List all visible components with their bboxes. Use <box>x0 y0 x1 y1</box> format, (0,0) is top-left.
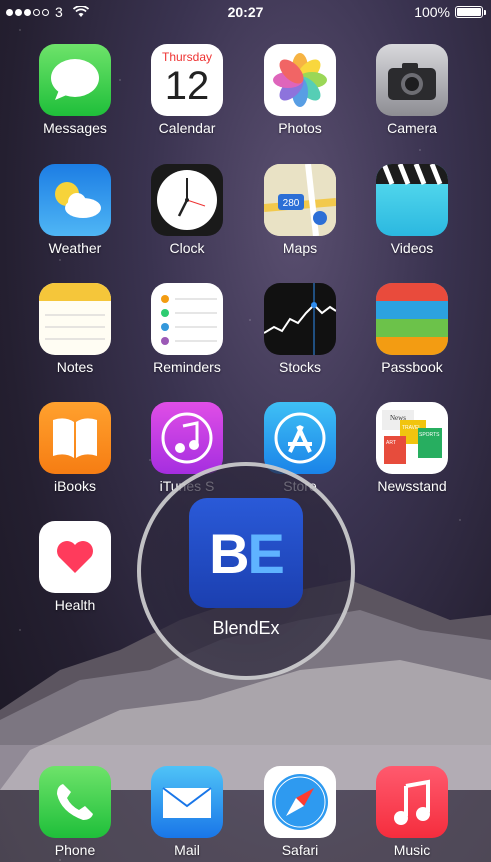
dock-app-mail[interactable]: Mail <box>137 766 237 858</box>
app-label: Messages <box>43 120 107 136</box>
app-health[interactable]: Health <box>25 521 125 613</box>
app-label: iBooks <box>53 478 97 494</box>
calendar-date: 12 <box>164 64 210 108</box>
battery-percent: 100% <box>414 4 450 20</box>
calendar-day: Thursday <box>161 50 213 64</box>
app-label: Reminders <box>153 359 221 375</box>
app-messages[interactable]: Messages <box>25 44 125 136</box>
app-maps[interactable]: 280 Maps <box>250 164 350 256</box>
battery-fill <box>457 8 481 16</box>
app-weather[interactable]: Weather <box>25 164 125 256</box>
app-stocks[interactable]: Stocks <box>250 283 350 375</box>
blendex-logo-e: E <box>247 521 285 585</box>
camera-icon <box>376 44 448 116</box>
app-camera[interactable]: Camera <box>362 44 462 136</box>
app-label: Newsstand <box>377 478 447 494</box>
app-label: Stocks <box>278 359 321 375</box>
app-label: Photos <box>278 120 322 136</box>
app-label: Weather <box>48 240 102 256</box>
app-newsstand[interactable]: News TRAVEL SPORTS ART Newsstand <box>362 402 462 494</box>
app-label: Health <box>54 597 96 613</box>
app-label: Phone <box>54 842 96 858</box>
app-label: Maps <box>282 240 318 256</box>
weather-icon <box>39 164 111 236</box>
ibooks-icon <box>39 402 111 474</box>
health-icon <box>39 521 111 593</box>
clock-icon <box>151 164 223 236</box>
app-label: BlendEx <box>212 618 280 638</box>
calendar-icon: Thursday 12 <box>151 44 223 116</box>
messages-icon <box>39 44 111 116</box>
photos-icon <box>264 44 336 116</box>
videos-icon <box>376 164 448 236</box>
reminders-icon <box>151 283 223 355</box>
dock-app-safari[interactable]: Safari <box>250 766 350 858</box>
dock-app-phone[interactable]: Phone <box>25 766 125 858</box>
newsstand-icon: News TRAVEL SPORTS ART <box>376 402 448 474</box>
app-videos[interactable]: Videos <box>362 164 462 256</box>
dock-app-music[interactable]: Music <box>362 766 462 858</box>
safari-icon <box>264 766 336 838</box>
notes-icon <box>39 283 111 355</box>
phone-icon <box>39 766 111 838</box>
maps-road-number: 280 <box>283 198 300 209</box>
app-notes[interactable]: Notes <box>25 283 125 375</box>
maps-icon: 280 <box>264 164 336 236</box>
app-label: Safari <box>281 842 319 858</box>
app-ibooks[interactable]: iBooks <box>25 402 125 494</box>
mail-icon <box>151 766 223 838</box>
blendex-icon: BE <box>189 498 303 608</box>
app-store-icon <box>264 402 336 474</box>
status-bar: 3 20:27 100% <box>0 0 491 24</box>
app-photos[interactable]: Photos <box>250 44 350 136</box>
battery-indicator: 100% <box>414 4 486 20</box>
itunes-icon <box>151 402 223 474</box>
app-blendex[interactable]: BE BlendEx <box>187 498 305 639</box>
app-label: Videos <box>390 240 434 256</box>
app-reminders[interactable]: Reminders <box>137 283 237 375</box>
app-passbook[interactable]: Passbook <box>362 283 462 375</box>
app-label: Music <box>393 842 431 858</box>
blendex-logo-b: B <box>209 521 249 585</box>
music-icon <box>376 766 448 838</box>
app-label: Camera <box>387 120 437 136</box>
stocks-icon <box>264 283 336 355</box>
newsstand-magazine-2: SPORTS <box>419 432 440 438</box>
newsstand-magazine-3: ART <box>386 440 396 446</box>
app-clock[interactable]: Clock <box>137 164 237 256</box>
battery-icon <box>455 6 486 18</box>
app-label: Notes <box>56 359 94 375</box>
app-label: Clock <box>169 240 205 256</box>
passbook-icon <box>376 283 448 355</box>
app-label: Mail <box>174 842 200 858</box>
app-calendar[interactable]: Thursday 12 Calendar <box>137 44 237 136</box>
app-label: Calendar <box>158 120 216 136</box>
app-label: Passbook <box>381 359 443 375</box>
